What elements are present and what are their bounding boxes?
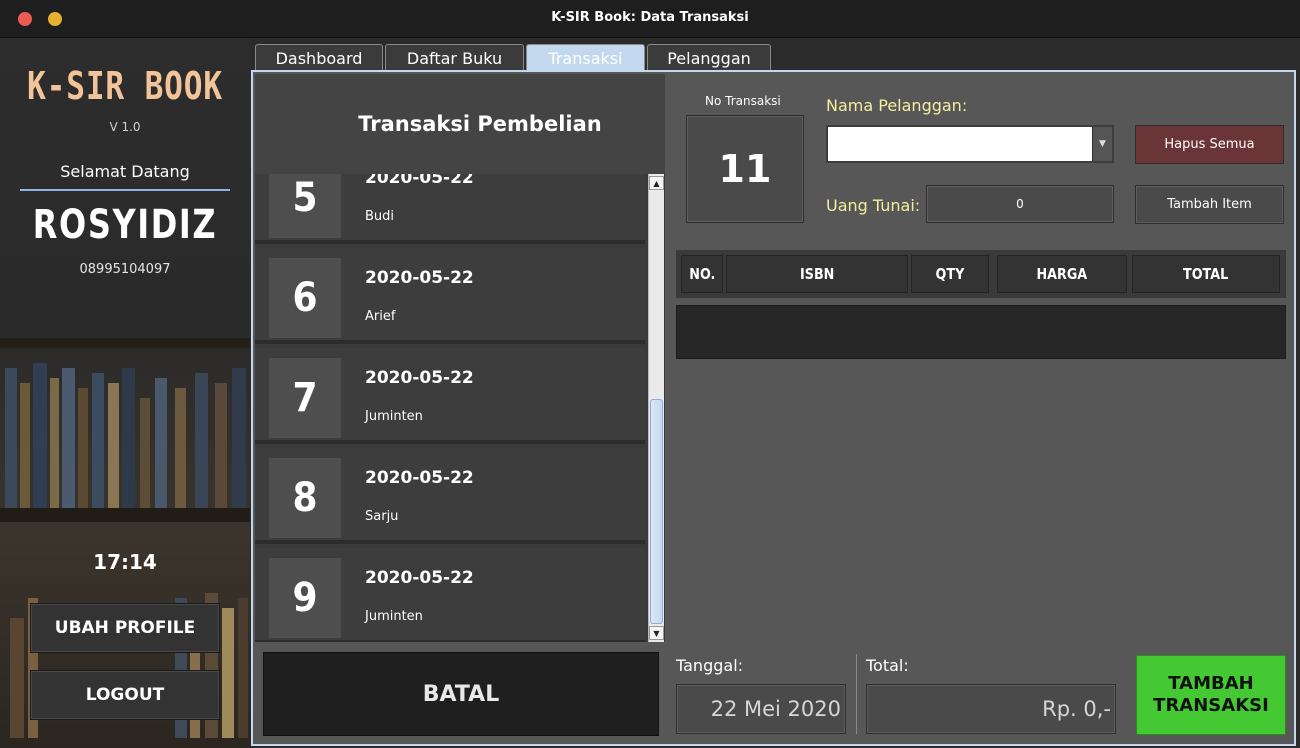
column-header-harga[interactable]: HARGA	[997, 255, 1127, 293]
welcome-text: Selamat Datang	[60, 162, 190, 181]
tambah-item-button[interactable]: Tambah Item	[1135, 185, 1284, 224]
app-brand: K-SIR BOOK	[27, 64, 223, 108]
nama-pelanggan-label: Nama Pelanggan:	[826, 96, 968, 115]
transaction-date: 2020-05-22	[365, 174, 474, 188]
list-item[interactable]: 8 2020-05-22 Sarju	[255, 448, 645, 544]
scroll-down-icon[interactable]: ▼	[649, 626, 664, 640]
hapus-semua-button[interactable]: Hapus Semua	[1135, 125, 1284, 164]
column-header-isbn[interactable]: ISBN	[726, 255, 908, 293]
items-table-body[interactable]	[676, 305, 1286, 359]
column-header-total[interactable]: TOTAL	[1132, 255, 1280, 293]
clock: 17:14	[93, 550, 157, 574]
username: ROSYIDIZ	[32, 202, 218, 248]
no-transaksi-value: 11	[686, 115, 804, 223]
list-scrollbar[interactable]: ▲ ▼	[648, 174, 664, 642]
transaction-customer: Arief	[365, 309, 396, 324]
column-header-qty[interactable]: QTY	[911, 255, 989, 293]
transaction-number: 8	[269, 458, 341, 538]
total-value: Rp. 0,-	[866, 684, 1116, 734]
title-bar: K-SIR Book: Data Transaksi	[0, 0, 1300, 38]
tab-daftar-buku[interactable]: Daftar Buku	[385, 44, 524, 71]
transaction-number: 9	[269, 558, 341, 638]
logout-button[interactable]: LOGOUT	[30, 670, 220, 720]
no-transaksi-label: No Transaksi	[705, 94, 781, 108]
panel-title: Transaksi Pembelian	[255, 74, 665, 174]
app-version: V 1.0	[109, 120, 141, 134]
transaction-number: 5	[269, 174, 341, 238]
items-table-header: NO. ISBN QTY HARGA TOTAL	[676, 250, 1286, 298]
uang-tunai-label: Uang Tunai:	[826, 196, 921, 215]
list-item[interactable]: 7 2020-05-22 Juminten	[255, 348, 645, 444]
transaction-date: 2020-05-22	[365, 268, 474, 288]
transaction-history-panel: Transaksi Pembelian 5 2020-05-22 Budi 6 …	[255, 74, 665, 642]
transaction-customer: Budi	[365, 209, 395, 224]
transaction-customer: Sarju	[365, 509, 399, 524]
column-header-no[interactable]: NO.	[681, 255, 723, 293]
tab-dashboard[interactable]: Dashboard	[255, 44, 383, 71]
transaction-date: 2020-05-22	[365, 568, 474, 588]
window-title: K-SIR Book: Data Transaksi	[551, 10, 749, 25]
tab-transaksi[interactable]: Transaksi	[526, 44, 645, 71]
transaction-customer: Juminten	[365, 609, 423, 624]
list-item[interactable]: 5 2020-05-22 Budi	[255, 174, 645, 244]
uang-tunai-input[interactable]: 0	[926, 185, 1114, 223]
edit-profile-button[interactable]: UBAH PROFILE	[30, 603, 220, 653]
tambah-transaksi-button[interactable]: TAMBAH TRANSAKSI	[1136, 655, 1286, 735]
transaction-date: 2020-05-22	[365, 468, 474, 488]
transaction-date: 2020-05-22	[365, 368, 474, 388]
scroll-up-icon[interactable]: ▲	[649, 176, 664, 190]
scroll-thumb[interactable]	[650, 399, 663, 624]
welcome-divider	[20, 189, 230, 191]
chevron-down-icon[interactable]: ▼	[1092, 127, 1112, 161]
tab-pelanggan[interactable]: Pelanggan	[647, 44, 771, 71]
nama-pelanggan-select[interactable]: ▼	[826, 125, 1114, 163]
tanggal-value: 22 Mei 2020	[676, 684, 846, 734]
transaksi-panel: Transaksi Pembelian 5 2020-05-22 Budi 6 …	[251, 70, 1296, 746]
transaction-number: 7	[269, 358, 341, 438]
transaction-number: 6	[269, 258, 341, 338]
list-item[interactable]: 9 2020-05-22 Juminten	[255, 548, 645, 642]
total-label: Total:	[866, 656, 909, 675]
tanggal-label: Tanggal:	[676, 656, 744, 675]
footer-divider	[856, 654, 857, 734]
cancel-button[interactable]: BATAL	[263, 652, 659, 736]
transaction-customer: Juminten	[365, 409, 423, 424]
user-phone: 08995104097	[79, 262, 171, 277]
sidebar: K-SIR BOOK V 1.0 Selamat Datang ROSYIDIZ…	[0, 38, 250, 748]
transaction-list[interactable]: 5 2020-05-22 Budi 6 2020-05-22 Arief 7 2…	[255, 174, 645, 642]
list-item[interactable]: 6 2020-05-22 Arief	[255, 248, 645, 344]
